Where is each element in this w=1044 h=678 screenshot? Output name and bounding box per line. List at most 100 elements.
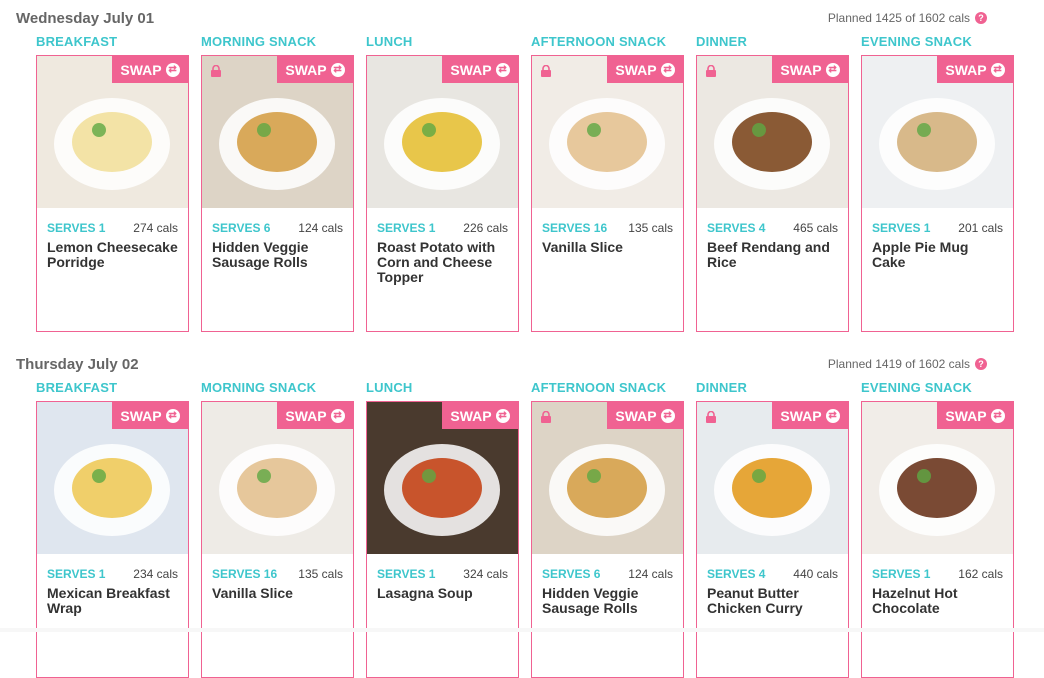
swap-button[interactable]: SWAP ⇄: [112, 402, 188, 429]
meal-slot-label: MORNING SNACK: [201, 34, 317, 49]
swap-icon: ⇄: [660, 408, 675, 423]
swap-label: SWAP: [450, 407, 492, 424]
recipe-meta: SERVES 16 135 cals: [542, 221, 673, 235]
recipe-meta: SERVES 6 124 cals: [542, 567, 673, 581]
lock-icon[interactable]: [540, 64, 552, 77]
recipe-name[interactable]: Apple Pie Mug Cake: [872, 240, 1005, 270]
lock-icon[interactable]: [705, 410, 717, 423]
meal-card[interactable]: SWAP ⇄ SERVES 6 124 cals Hidden Veggie Sausa…: [201, 55, 354, 332]
serves-count: SERVES 16: [542, 221, 608, 235]
recipe-name[interactable]: Lemon Cheesecake Porridge: [47, 240, 180, 270]
recipe-name[interactable]: Hidden Veggie Sausage Rolls: [212, 240, 345, 270]
lock-icon[interactable]: [540, 410, 552, 423]
recipe-name[interactable]: Vanilla Slice: [212, 586, 345, 601]
swap-button[interactable]: SWAP ⇄: [937, 402, 1013, 429]
swap-button[interactable]: SWAP ⇄: [772, 56, 848, 83]
swap-icon: ⇄: [330, 408, 345, 423]
calorie-count: 324 cals: [463, 567, 508, 581]
calorie-count: 135 cals: [298, 567, 343, 581]
meal-card[interactable]: SWAP ⇄ SERVES 1 324 cals Lasagna Soup: [366, 401, 519, 678]
swap-icon: ⇄: [165, 408, 180, 423]
swap-button[interactable]: SWAP ⇄: [607, 56, 683, 83]
serves-count: SERVES 16: [212, 567, 278, 581]
help-icon[interactable]: ?: [975, 358, 987, 370]
scroll-edge: [0, 628, 1044, 632]
meal-card[interactable]: SWAP ⇄ SERVES 1 234 cals Mexican Breakfast W…: [36, 401, 189, 678]
planned-calories-text: Planned 1425 of 1602 cals: [827, 11, 970, 25]
meal-card[interactable]: SWAP ⇄ SERVES 1 162 cals Hazelnut Hot Chocol…: [861, 401, 1014, 678]
swap-label: SWAP: [120, 407, 162, 424]
recipe-meta: SERVES 1 324 cals: [377, 567, 508, 581]
recipe-meta: SERVES 1 201 cals: [872, 221, 1003, 235]
recipe-name[interactable]: Hazelnut Hot Chocolate: [872, 586, 1005, 616]
meal-card[interactable]: SWAP ⇄ SERVES 1 201 cals Apple Pie Mug Cake: [861, 55, 1014, 332]
swap-label: SWAP: [285, 61, 327, 78]
swap-label: SWAP: [780, 407, 822, 424]
recipe-meta: SERVES 6 124 cals: [212, 221, 343, 235]
calorie-count: 226 cals: [463, 221, 508, 235]
day-title: Thursday July 02: [16, 356, 139, 373]
meal-slot-label: LUNCH: [366, 380, 413, 395]
lock-icon[interactable]: [210, 64, 222, 77]
swap-button[interactable]: SWAP ⇄: [112, 56, 188, 83]
meal-card[interactable]: SWAP ⇄ SERVES 4 440 cals Peanut Butter Chick…: [696, 401, 849, 678]
recipe-meta: SERVES 4 465 cals: [707, 221, 838, 235]
swap-icon: ⇄: [990, 62, 1005, 77]
meal-card[interactable]: SWAP ⇄ SERVES 1 226 cals Roast Potato with C…: [366, 55, 519, 332]
calorie-count: 162 cals: [958, 567, 1003, 581]
calorie-count: 135 cals: [628, 221, 673, 235]
serves-count: SERVES 1: [872, 221, 931, 235]
recipe-meta: SERVES 1 274 cals: [47, 221, 178, 235]
swap-icon: ⇄: [990, 408, 1005, 423]
swap-button[interactable]: SWAP ⇄: [937, 56, 1013, 83]
swap-button[interactable]: SWAP ⇄: [607, 402, 683, 429]
recipe-name[interactable]: Mexican Breakfast Wrap: [47, 586, 180, 616]
swap-button[interactable]: SWAP ⇄: [442, 56, 518, 83]
meal-card[interactable]: SWAP ⇄ SERVES 16 135 cals Vanilla Slice: [531, 55, 684, 332]
swap-icon: ⇄: [330, 62, 345, 77]
recipe-meta: SERVES 1 234 cals: [47, 567, 178, 581]
swap-button[interactable]: SWAP ⇄: [277, 56, 353, 83]
serves-count: SERVES 1: [872, 567, 931, 581]
swap-icon: ⇄: [165, 62, 180, 77]
serves-count: SERVES 6: [542, 567, 601, 581]
calorie-count: 124 cals: [628, 567, 673, 581]
recipe-name[interactable]: Hidden Veggie Sausage Rolls: [542, 586, 675, 616]
meal-card[interactable]: SWAP ⇄ SERVES 4 465 cals Beef Rendang and Ri…: [696, 55, 849, 332]
swap-icon: ⇄: [825, 62, 840, 77]
swap-button[interactable]: SWAP ⇄: [442, 402, 518, 429]
swap-label: SWAP: [285, 407, 327, 424]
meal-card[interactable]: SWAP ⇄ SERVES 1 274 cals Lemon Cheesecake Po…: [36, 55, 189, 332]
recipe-name[interactable]: Peanut Butter Chicken Curry: [707, 586, 840, 616]
planned-calories-text: Planned 1419 of 1602 cals: [827, 357, 970, 371]
swap-label: SWAP: [945, 61, 987, 78]
calorie-count: 124 cals: [298, 221, 343, 235]
swap-button[interactable]: SWAP ⇄: [277, 402, 353, 429]
swap-label: SWAP: [615, 61, 657, 78]
serves-count: SERVES 1: [377, 567, 436, 581]
lock-icon[interactable]: [705, 64, 717, 77]
meal-card[interactable]: SWAP ⇄ SERVES 16 135 cals Vanilla Slice: [201, 401, 354, 678]
serves-count: SERVES 6: [212, 221, 271, 235]
recipe-name[interactable]: Beef Rendang and Rice: [707, 240, 840, 270]
help-icon[interactable]: ?: [975, 12, 987, 24]
recipe-name[interactable]: Lasagna Soup: [377, 586, 510, 601]
meal-slot-label: EVENING SNACK: [861, 380, 972, 395]
day-title: Wednesday July 01: [16, 10, 155, 27]
calorie-count: 440 cals: [793, 567, 838, 581]
serves-count: SERVES 1: [47, 221, 106, 235]
meal-slot-label: BREAKFAST: [36, 34, 118, 49]
recipe-name[interactable]: Vanilla Slice: [542, 240, 675, 255]
swap-icon: ⇄: [825, 408, 840, 423]
swap-label: SWAP: [780, 61, 822, 78]
meal-slot-label: MORNING SNACK: [201, 380, 317, 395]
meal-card[interactable]: SWAP ⇄ SERVES 6 124 cals Hidden Veggie Sausa…: [531, 401, 684, 678]
swap-label: SWAP: [450, 61, 492, 78]
meal-slot-label: BREAKFAST: [36, 380, 118, 395]
recipe-name[interactable]: Roast Potato with Corn and Cheese Topper: [377, 240, 510, 285]
serves-count: SERVES 4: [707, 221, 766, 235]
calorie-count: 274 cals: [133, 221, 178, 235]
serves-count: SERVES 1: [377, 221, 436, 235]
swap-button[interactable]: SWAP ⇄: [772, 402, 848, 429]
calorie-count: 465 cals: [793, 221, 838, 235]
